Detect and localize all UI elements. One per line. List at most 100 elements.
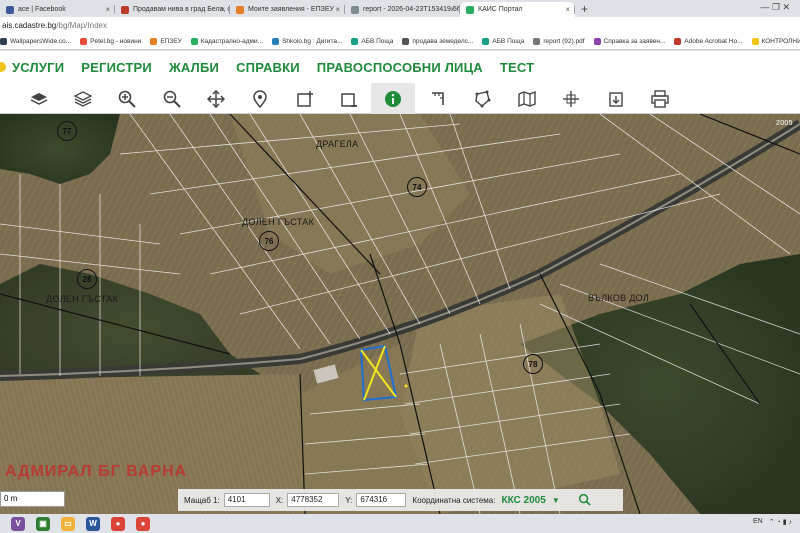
bookmark-item[interactable]: Справка за заявен... xyxy=(593,38,665,45)
tab-close-icon[interactable]: × xyxy=(565,5,570,14)
coordinate-system-label: Координатна система: xyxy=(412,495,496,505)
coordinates-icon[interactable] xyxy=(549,83,593,114)
address-host: ais.cadastre.bg xyxy=(2,21,57,30)
tab-close-icon[interactable]: × xyxy=(220,5,225,14)
tab-favicon-icon xyxy=(466,5,474,14)
bookmark-favicon-icon xyxy=(674,38,682,45)
tab-favicon-icon xyxy=(236,5,244,14)
bookmark-item[interactable]: WallpapersWide.co... xyxy=(0,38,71,45)
bookmark-favicon-icon xyxy=(80,38,88,45)
map-status-bar: Мащаб 1: 4101 X: 4778352 Y: 674316 Коорд… xyxy=(178,489,623,511)
bookmark-label: report (92).pdf xyxy=(543,38,585,45)
bookmark-favicon-icon xyxy=(593,38,601,45)
image-viewer-icon[interactable]: ▣ xyxy=(36,516,50,531)
tab-close-icon[interactable]: × xyxy=(335,5,340,14)
info-icon[interactable] xyxy=(371,83,415,114)
bookmark-item[interactable]: продава земеделс... xyxy=(402,38,473,45)
main-menu: УСЛУГИ РЕГИСТРИ ЖАЛБИ СПРАВКИ ПРАВОСПОСОБНИ … xyxy=(0,51,800,83)
system-tray[interactable]: EN ⌃ ◔ ▮ ♪ xyxy=(753,518,792,526)
bookmark-label: Shkolo.bg : Дигита... xyxy=(282,38,343,45)
map-area-label: ВЪЛКОВ ДОЛ xyxy=(588,293,650,303)
measure-distance-icon[interactable] xyxy=(416,83,460,114)
menu-item[interactable]: ПРАВОСПОСОБНИ ЛИЦА xyxy=(317,60,483,75)
bookmark-label: АБВ Поща xyxy=(492,38,525,45)
tab-close-icon[interactable]: × xyxy=(105,5,110,14)
bookmark-item[interactable]: Кадастрално-адми... xyxy=(190,38,264,45)
scale-input[interactable]: 4101 xyxy=(223,493,270,507)
browser-tab[interactable]: Продавам нива в град Бела, об × xyxy=(115,2,230,17)
bookmark-item[interactable]: Petel.bg - новини xyxy=(80,38,141,45)
bookmark-label: Petel.bg - новини xyxy=(90,38,142,45)
bookmark-item[interactable]: АБВ Поща xyxy=(482,38,524,45)
tab-title: Продавам нива в град Бела, об xyxy=(133,6,230,13)
print-icon[interactable] xyxy=(638,83,682,114)
location-pin-icon[interactable] xyxy=(238,83,282,114)
viber-icon[interactable]: V xyxy=(11,516,25,531)
map-canvas[interactable]: ДРАГЕЛА ДОЛЕН ГЪСТАК ДОЛЕН ГЪСТАК ВЪЛКОВ… xyxy=(0,114,800,514)
tab-favicon-icon xyxy=(351,5,359,14)
browser-tab[interactable]: report - 2026-04-23T153419.567 × xyxy=(345,2,460,17)
zoom-in-icon[interactable] xyxy=(105,83,149,114)
menu-item[interactable]: УСЛУГИ xyxy=(12,60,64,75)
menu-item[interactable]: ЖАЛБИ xyxy=(169,60,219,75)
select-area-add-icon[interactable] xyxy=(283,83,327,114)
watermark: АДМИРАЛ БГ ВАРНА xyxy=(5,463,188,480)
bookmark-item[interactable]: КОНТРОЛНИ И ТЕ... xyxy=(751,38,800,45)
language-indicator[interactable]: EN xyxy=(753,518,763,526)
address-bar[interactable]: ais.cadastre.bg /bg/Map/Index xyxy=(0,17,800,34)
measure-area-icon[interactable] xyxy=(460,83,504,114)
bookmark-item[interactable]: Shkolo.bg : Дигита... xyxy=(272,38,342,45)
tab-title: КАИС Портал xyxy=(478,6,523,13)
chevron-down-icon[interactable]: ▼ xyxy=(552,496,560,505)
chrome-icon-2[interactable]: ● xyxy=(136,516,150,531)
map-icon[interactable] xyxy=(505,83,549,114)
chrome-icon[interactable]: ● xyxy=(111,516,125,531)
menu-item[interactable]: ТЕСТ xyxy=(500,60,534,75)
zoom-out-icon[interactable] xyxy=(150,83,194,114)
bookmark-label: WallpapersWide.co... xyxy=(10,38,72,45)
search-icon[interactable] xyxy=(578,493,591,508)
file-explorer-icon[interactable]: ▭ xyxy=(61,516,75,531)
bookmark-label: Adobe Acrobat Ho... xyxy=(684,38,743,45)
bookmark-item[interactable]: АБВ Поща xyxy=(351,38,393,45)
bookmark-label: Кадастрално-адми... xyxy=(200,38,264,45)
bookmark-item[interactable]: ЕПЗЕУ xyxy=(150,38,182,45)
parcel-number: 76 xyxy=(259,231,279,251)
menu-item[interactable]: РЕГИСТРИ xyxy=(81,60,152,75)
bookmark-label: продава земеделс... xyxy=(412,38,474,45)
tab-separator xyxy=(574,5,575,14)
bookmark-item[interactable]: Adobe Acrobat Ho... xyxy=(674,38,743,45)
bookmark-favicon-icon xyxy=(150,38,158,45)
pan-icon[interactable] xyxy=(194,83,238,114)
satellite-map xyxy=(0,114,800,514)
address-path: /bg/Map/Index xyxy=(56,21,107,30)
y-label: Y: xyxy=(345,495,353,505)
bookmark-label: ЕПЗЕУ xyxy=(160,38,182,45)
select-area-remove-icon[interactable] xyxy=(327,83,371,114)
browser-tab-strip: ace | Facebook × Продавам нива в град Бе… xyxy=(0,0,800,17)
new-tab-button[interactable]: + xyxy=(581,2,588,17)
browser-tab[interactable]: КАИС Портал × xyxy=(460,2,575,17)
map-corner-label: 2005 xyxy=(776,120,793,127)
parcel-number: 28 xyxy=(77,269,97,289)
export-icon[interactable] xyxy=(594,83,638,114)
scale-label: Мащаб 1: xyxy=(184,495,220,505)
browser-tab[interactable]: Моите заявления - ЕПЗЕУ × xyxy=(230,2,345,17)
bookmark-favicon-icon xyxy=(751,38,759,45)
tab-close-icon[interactable]: × xyxy=(450,5,455,14)
map-area-label: ДОЛЕН ГЪСТАК xyxy=(46,294,119,304)
os-taskbar: V ▣ ▭ W ● ● EN ⌃ ◔ ▮ ♪ xyxy=(0,514,800,533)
window-controls[interactable]: — ❐ ✕ xyxy=(760,2,790,13)
layers-icon[interactable] xyxy=(17,83,61,114)
bookmarks-bar: WallpapersWide.co... Petel.bg - новини ЕПЗ… xyxy=(0,34,800,50)
map-area-label: ДОЛЕН ГЪСТАК xyxy=(242,217,315,227)
word-icon[interactable]: W xyxy=(86,516,100,531)
browser-tab[interactable]: ace | Facebook × xyxy=(0,2,115,17)
bookmark-item[interactable]: report (92).pdf xyxy=(533,38,585,45)
parcel-number: 74 xyxy=(407,177,427,197)
layers-outline-icon[interactable] xyxy=(61,83,105,114)
menu-item[interactable]: СПРАВКИ xyxy=(236,60,300,75)
y-coordinate-field: 674316 xyxy=(356,493,407,507)
tab-title: report - 2026-04-23T153419.567 xyxy=(363,6,460,13)
coordinate-system-select[interactable]: ККС 2005 xyxy=(501,495,545,506)
